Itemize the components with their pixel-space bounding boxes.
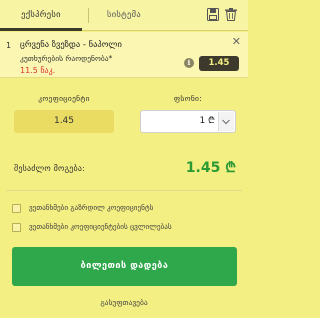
coefficient-value: 1.45	[14, 110, 114, 133]
stake-label: ფსონი:	[173, 94, 203, 103]
stake-value[interactable]: 1 ₾	[141, 111, 217, 132]
divider	[6, 190, 242, 191]
bet-odds-badge: 1.45	[199, 56, 239, 71]
stake-input[interactable]: 1 ₾	[140, 110, 236, 133]
stake-dropdown[interactable]	[218, 112, 234, 131]
active-tab-indicator	[0, 28, 82, 31]
info-icon[interactable]: i	[184, 58, 194, 68]
betslip-tabs: ექსპრესი სისტემა	[0, 0, 248, 31]
close-icon[interactable]: ✕	[232, 36, 241, 47]
coefficient-label: კოეფიციენტი	[38, 94, 90, 103]
checkbox[interactable]	[12, 204, 21, 213]
option-label: ვეთანხმები კოეფიციენტების ცვლილებას	[29, 222, 172, 231]
bet-number: 1	[6, 41, 12, 50]
option-label: ვეთანხმები გაზრდილ კოეფიციენტს	[29, 203, 154, 212]
tab-system[interactable]: სისტემა	[94, 0, 154, 31]
clear-link[interactable]: გასუფთავება	[0, 298, 248, 307]
save-icon[interactable]	[207, 8, 219, 21]
place-bet-button[interactable]: ბილეთის დადება	[12, 247, 237, 286]
delete-icon[interactable]	[225, 8, 237, 21]
bet-date: 11.5 ნაკ.	[20, 66, 56, 75]
bet-market: კუთხურების რაოდენობა*	[20, 54, 113, 63]
tab-divider	[88, 8, 89, 23]
accept-odds-change-option[interactable]: ვეთანხმები კოეფიციენტების ცვლილებას	[12, 222, 242, 234]
tab-express[interactable]: ექსპრესი	[0, 0, 82, 31]
chevron-down-icon	[222, 119, 230, 125]
possible-win-value: 1.45 ₾	[185, 160, 236, 176]
possible-win-label: შესაძლო მოგება:	[14, 164, 86, 173]
bet-item: 1 ცრვენა ზვეზდა - ნაპოლი კუთხურების რაოდ…	[0, 32, 248, 78]
accept-increased-odds-option[interactable]: ვეთანხმები გაზრდილ კოეფიციენტს	[12, 203, 242, 215]
bet-event-title: ცრვენა ზვეზდა - ნაპოლი	[20, 40, 122, 50]
checkbox[interactable]	[12, 223, 21, 232]
